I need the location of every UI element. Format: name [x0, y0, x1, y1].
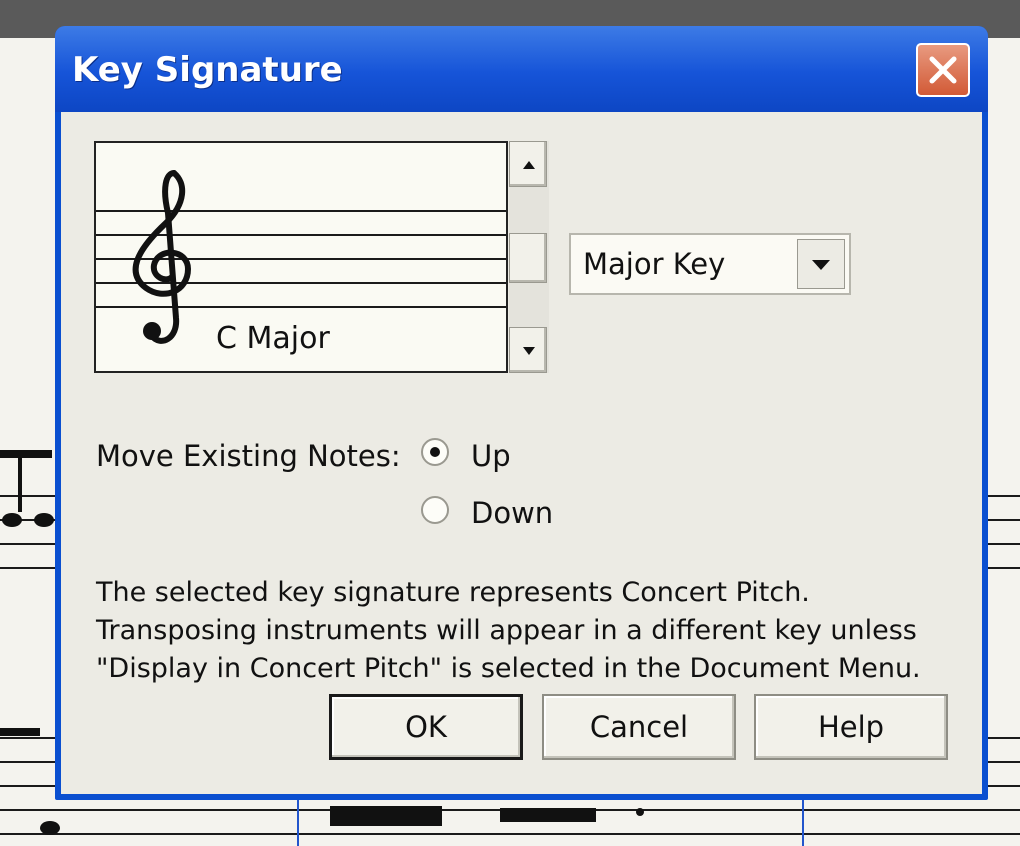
scroll-down-button[interactable] [509, 327, 547, 373]
scroll-thumb[interactable] [509, 233, 547, 283]
arrow-up-icon [523, 161, 535, 169]
radio-down[interactable] [419, 494, 451, 526]
ok-button[interactable]: OK [329, 694, 523, 760]
note-line-3: "Display in Concert Pitch" is selected i… [96, 653, 921, 684]
mode-select-arrow-button[interactable] [797, 239, 845, 289]
close-icon [929, 56, 957, 84]
move-notes-label: Move Existing Notes: [96, 439, 401, 473]
title-bar[interactable]: Key Signature [55, 26, 988, 112]
mode-select[interactable]: Major Key [569, 233, 851, 295]
dialog-title: Key Signature [72, 50, 343, 90]
key-preview-staff: C Major [94, 141, 508, 373]
key-signature-dialog: Key Signature C Major Major Key Move Exi… [55, 26, 988, 800]
arrow-down-icon [523, 347, 535, 355]
note-line-2: Transposing instruments will appear in a… [96, 615, 917, 646]
key-name-label: C Major [216, 321, 330, 356]
close-button[interactable] [916, 43, 970, 97]
cancel-button[interactable]: Cancel [542, 694, 736, 760]
mode-select-value: Major Key [583, 247, 726, 281]
note-line-1: The selected key signature represents Co… [96, 577, 810, 608]
chevron-down-icon [812, 260, 830, 270]
scroll-up-button[interactable] [509, 141, 547, 187]
key-scrollbar[interactable] [509, 141, 549, 373]
treble-clef-icon [132, 170, 192, 344]
dialog-body: C Major Major Key Move Existing Notes: U… [61, 112, 982, 794]
radio-up[interactable] [419, 436, 451, 468]
help-button[interactable]: Help [754, 694, 948, 760]
radio-up-label[interactable]: Up [471, 439, 511, 473]
radio-down-label[interactable]: Down [471, 496, 553, 530]
